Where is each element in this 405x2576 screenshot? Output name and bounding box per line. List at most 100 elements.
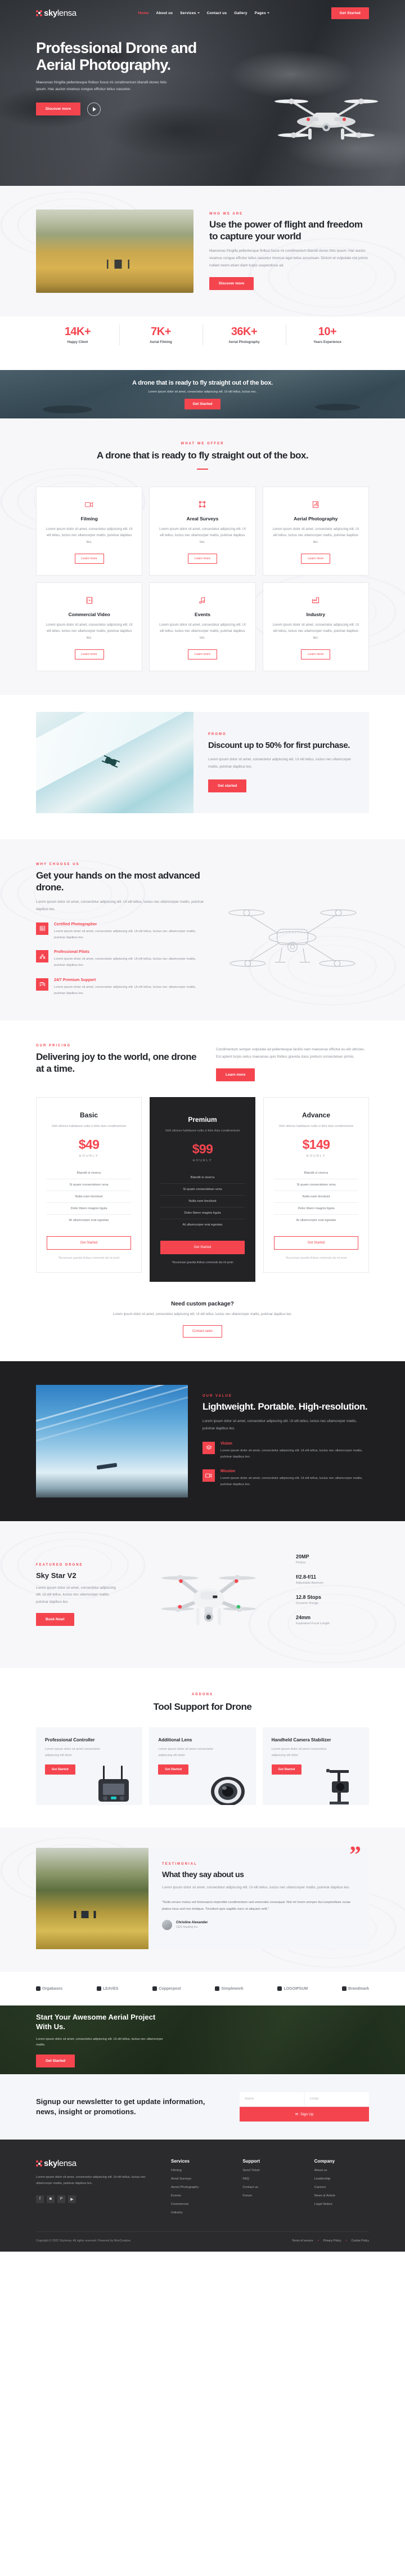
promo-image (36, 711, 194, 813)
spec-label: Equivalent Focal Length (296, 1622, 330, 1626)
footer-link[interactable]: Leadership (314, 2177, 369, 2181)
service-card[interactable]: Industry Lorem ipsum dolor sit amet, con… (262, 582, 369, 671)
about-discover-button[interactable]: Discover more (209, 277, 254, 291)
footer-link[interactable]: Filming (171, 2169, 226, 2172)
footer-link[interactable]: Legal Notice (314, 2203, 369, 2206)
about-image (36, 210, 194, 293)
author-role: CEO Hasting Inc. (176, 1926, 199, 1929)
featured-body: Lorem ipsum dolor sit amet, consectetur … (36, 1585, 116, 1604)
chevron-down-icon (197, 12, 200, 14)
brand-logo[interactable]: skylensa (36, 8, 76, 18)
promo-cta-button[interactable]: Get started (208, 779, 247, 792)
addon-card-lens[interactable]: Additional Lens Lorem ipsum dolor sit am… (149, 1727, 256, 1806)
footer-link[interactable]: Industry (171, 2211, 226, 2214)
cta-body: Lorem ipsum dolor sit amet, consectetur … (36, 2037, 163, 2047)
testimonial-author: Christine Alexander CEO Hasting Inc. (162, 1920, 356, 1931)
privacy-link[interactable]: Privacy Policy (323, 2239, 341, 2243)
pricing-plan-premium[interactable]: Premium Velit ultrices habitasse nulla s… (150, 1097, 255, 1282)
service-card[interactable]: Areal Surveys Lorem ipsum dolor sit amet… (149, 486, 256, 576)
nav-item-services[interactable]: Services (180, 11, 200, 15)
instagram-icon[interactable]: ◙ (47, 2195, 55, 2203)
youtube-icon[interactable]: ▶ (68, 2195, 76, 2203)
terms-link[interactable]: Terms of service (292, 2239, 313, 2243)
addon-cta-button[interactable]: Get Started (45, 1764, 75, 1775)
service-card[interactable]: Events Lorem ipsum dolor sit amet, conse… (149, 582, 256, 671)
pricing-eyebrow: OUR PRICING (36, 1044, 71, 1048)
get-started-button[interactable]: Get Started (331, 7, 369, 19)
partner-label: Copperpost (159, 1986, 181, 1991)
footer-link[interactable]: Aerial Photography (171, 2186, 226, 2189)
play-video-button[interactable] (87, 102, 101, 116)
footer-brand-logo[interactable]: skylensa (36, 2159, 154, 2168)
id-card-icon (36, 922, 48, 935)
nav-links: Home About us Services Contact us Galler… (138, 11, 269, 15)
newsletter-signup-button[interactable]: ✉ Sign Up (240, 2107, 369, 2122)
plan-cta-button[interactable]: Get Started (274, 1236, 358, 1250)
survey-frame-icon (159, 500, 246, 510)
footer-link[interactable]: News & Article (314, 2194, 369, 2198)
photo-icon (272, 500, 359, 510)
nav-label: Gallery (234, 11, 248, 15)
footer-link[interactable]: Contact us (242, 2186, 297, 2189)
service-title: Aerial Photography (294, 515, 338, 522)
cta-button[interactable]: Get Started (36, 2054, 75, 2067)
pinterest-icon[interactable]: P (57, 2195, 65, 2203)
band-cta-button[interactable]: Get Started (184, 399, 220, 410)
service-card[interactable]: Commercial Video Lorem ipsum dolor sit a… (36, 582, 143, 671)
hero-discover-button[interactable]: Discover more (36, 102, 81, 115)
service-learn-more-button[interactable]: Learn more (74, 649, 104, 659)
addon-cta-button[interactable]: Get Started (271, 1764, 302, 1775)
partner-logo: LOGOIPSUM (277, 1986, 308, 1991)
newsletter-title: Signup our newsletter to get update info… (36, 2097, 205, 2116)
nav-item-contact[interactable]: Contact us (207, 11, 227, 15)
featured-name: Sky Star V2 (36, 1571, 76, 1580)
service-card[interactable]: Filming Lorem ipsum dolor sit amet, cons… (36, 486, 143, 576)
section-divider (197, 468, 208, 470)
service-learn-more-button[interactable]: Learn more (187, 553, 218, 564)
spec-item: 20MP Photos (296, 1554, 369, 1565)
book-now-button[interactable]: Book Now! (36, 1613, 74, 1626)
nav-item-pages[interactable]: Pages (255, 11, 269, 15)
spec-label: Dynamic Range (296, 1602, 318, 1606)
nav-item-about[interactable]: About us (156, 11, 173, 15)
plan-cta-button[interactable]: Get Started (160, 1240, 245, 1254)
newsletter-email-input[interactable] (305, 2092, 369, 2106)
footer-heading: Company (314, 2159, 335, 2164)
nav-label: Contact us (206, 11, 227, 15)
partner-mark-icon (96, 1986, 101, 1991)
footer-link[interactable]: Areal Surveys (171, 2177, 226, 2181)
signup-label: Sign Up (300, 2112, 314, 2116)
pricing-plan-basic[interactable]: Basic Velit ultrices habitasse nulla si … (36, 1097, 142, 1273)
service-card[interactable]: Aerial Photography Lorem ipsum dolor sit… (262, 486, 369, 576)
cookie-link[interactable]: Cookie Policy (352, 2239, 369, 2243)
addon-cta-button[interactable]: Get Started (158, 1764, 188, 1775)
value-title: Lightweight. Portable. High-resolution. (202, 1401, 368, 1412)
footer-link[interactable]: Events (171, 2194, 226, 2198)
plan-feature: Dolor libero magnis ligula (47, 1203, 131, 1215)
nav-item-gallery[interactable]: Gallery (234, 11, 247, 15)
service-learn-more-button[interactable]: Learn more (301, 649, 331, 659)
footer-link[interactable]: About us (314, 2169, 369, 2172)
services-title: A drone that is ready to fly straight ou… (96, 450, 309, 461)
facebook-icon[interactable]: f (36, 2195, 44, 2203)
addon-card-controller[interactable]: Professional Controller Lorem ipsum dolo… (36, 1727, 143, 1806)
partner-label: Simplework (221, 1986, 244, 1991)
footer-link[interactable]: Commercial (171, 2203, 226, 2206)
service-learn-more-button[interactable]: Learn more (187, 649, 218, 659)
service-learn-more-button[interactable]: Learn more (74, 553, 104, 564)
footer-link[interactable]: FAQ (242, 2177, 297, 2181)
pricing-plan-advance[interactable]: Advance Velit ultrices habitasse nulla s… (263, 1097, 369, 1273)
stat-item: 7K+ Aerial Filming (119, 322, 202, 347)
pricing-learn-more-button[interactable]: Learn more (216, 1068, 255, 1082)
newsletter-name-input[interactable] (240, 2092, 304, 2106)
addon-card-stabilizer[interactable]: Handheld Camera Stabilizer Lorem ipsum d… (262, 1727, 369, 1806)
footer-link[interactable]: Forum (242, 2194, 297, 2198)
spec-value: f/2.8-f/11 (296, 1574, 317, 1580)
footer-link[interactable]: Careers (314, 2186, 369, 2189)
contact-sales-button[interactable]: Contact sales (182, 1325, 223, 1338)
avatar (162, 1920, 172, 1931)
nav-item-home[interactable]: Home (138, 11, 149, 15)
service-learn-more-button[interactable]: Learn more (301, 553, 331, 564)
footer-link[interactable]: Send Ticket (242, 2169, 297, 2172)
plan-cta-button[interactable]: Get Started (47, 1236, 131, 1250)
